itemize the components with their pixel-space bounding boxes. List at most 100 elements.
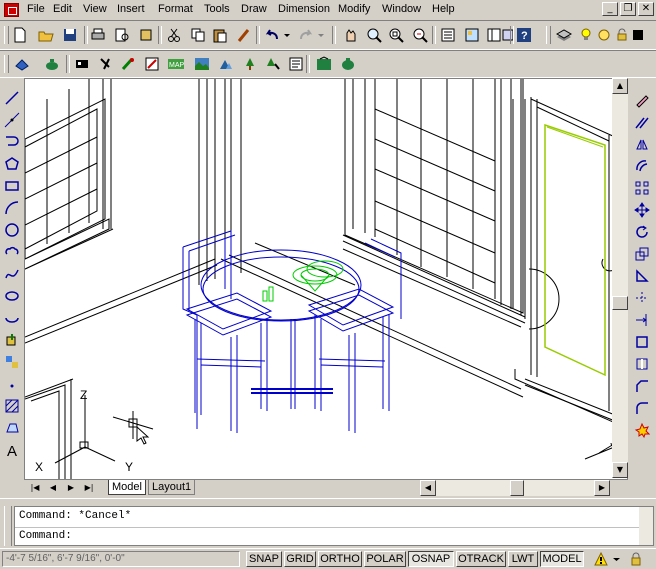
landscape-edit-icon[interactable]: [262, 54, 282, 74]
toolbar-lock-icon[interactable]: [628, 552, 644, 566]
materials-icon[interactable]: [118, 54, 138, 74]
copy-icon[interactable]: [188, 25, 208, 45]
open-icon[interactable]: [36, 25, 56, 45]
chamfer-icon[interactable]: [632, 376, 652, 396]
zoom-previous-icon[interactable]: [410, 25, 430, 45]
fog-icon[interactable]: [216, 54, 236, 74]
line-icon[interactable]: [2, 88, 22, 108]
close-button[interactable]: ✕: [638, 2, 654, 16]
rotate-icon[interactable]: [632, 222, 652, 242]
make-block-icon[interactable]: [2, 352, 22, 372]
menu-modify[interactable]: Modify: [338, 3, 370, 15]
mirror-icon[interactable]: [632, 134, 652, 154]
array-icon[interactable]: [632, 178, 652, 198]
menu-dimension[interactable]: Dimension: [278, 3, 330, 15]
hscroll-thumb[interactable]: [510, 480, 524, 496]
publish-icon[interactable]: [136, 25, 156, 45]
menu-format[interactable]: Format: [158, 3, 193, 15]
drawing-canvas[interactable]: Z Y X: [24, 78, 628, 480]
trim-icon[interactable]: [632, 288, 652, 308]
menu-tools[interactable]: Tools: [204, 3, 230, 15]
menu-edit[interactable]: Edit: [53, 3, 72, 15]
menu-draw[interactable]: Draw: [241, 3, 267, 15]
hide-icon[interactable]: [12, 54, 32, 74]
explode-icon[interactable]: [632, 420, 652, 440]
save-icon[interactable]: [60, 25, 80, 45]
multiline-text-icon[interactable]: A: [2, 440, 22, 460]
erase-icon[interactable]: [632, 90, 652, 110]
undo-dropdown-icon[interactable]: [282, 25, 292, 45]
next-tab-button[interactable]: ▶: [64, 481, 78, 495]
ellipse-icon[interactable]: [2, 286, 22, 306]
zoom-window-icon[interactable]: [386, 25, 406, 45]
redo-icon[interactable]: [296, 25, 316, 45]
tab-model[interactable]: Model: [108, 480, 146, 495]
layer-thaw-icon[interactable]: [594, 25, 614, 45]
horizontal-scrollbar[interactable]: ◀ ▶: [420, 480, 610, 496]
layer-on-bulb-icon[interactable]: [576, 25, 596, 45]
command-prompt[interactable]: Command:: [19, 530, 72, 544]
rectangle-icon[interactable]: [2, 176, 22, 196]
grid-toggle[interactable]: GRID: [284, 551, 316, 567]
status-menu-arrow-icon[interactable]: [612, 552, 622, 566]
vertical-scrollbar[interactable]: ▲ ▼: [612, 78, 628, 478]
break-icon[interactable]: [632, 354, 652, 374]
command-window-grip[interactable]: [4, 506, 12, 546]
command-window[interactable]: Command: *Cancel* Command:: [14, 506, 654, 546]
ortho-toggle[interactable]: ORTHO: [318, 551, 362, 567]
break-at-point-icon[interactable]: [632, 332, 652, 352]
landscape-new-icon[interactable]: [240, 54, 260, 74]
copy-object-icon[interactable]: [632, 112, 652, 132]
print-icon[interactable]: [88, 25, 108, 45]
menu-help[interactable]: Help: [432, 3, 455, 15]
command-scrollbar[interactable]: [639, 507, 653, 545]
design-center-icon[interactable]: [462, 25, 482, 45]
hatch-icon[interactable]: [2, 396, 22, 416]
scroll-right-button[interactable]: ▶: [594, 480, 610, 496]
new-icon[interactable]: [10, 25, 30, 45]
toolbar-grip[interactable]: [4, 26, 9, 44]
match-properties-icon[interactable]: [234, 25, 254, 45]
region-icon[interactable]: [2, 418, 22, 438]
polar-toggle[interactable]: POLAR: [364, 551, 406, 567]
extend-icon[interactable]: [632, 310, 652, 330]
autocad-app-icon[interactable]: [4, 3, 19, 17]
scroll-up-button[interactable]: ▲: [612, 78, 628, 94]
construction-line-icon[interactable]: [2, 110, 22, 130]
spline-icon[interactable]: [2, 264, 22, 284]
shade-teapot-icon[interactable]: [42, 54, 62, 74]
plot-preview-icon[interactable]: [112, 25, 132, 45]
last-tab-button[interactable]: ▶|: [82, 481, 96, 495]
circle-icon[interactable]: [2, 220, 22, 240]
menu-file[interactable]: File: [27, 3, 45, 15]
snap-toggle[interactable]: SNAP: [246, 551, 282, 567]
minimize-button[interactable]: _: [602, 2, 618, 16]
redo-dropdown-icon[interactable]: [316, 25, 326, 45]
first-tab-button[interactable]: |◀: [28, 481, 42, 495]
menu-view[interactable]: View: [83, 3, 107, 15]
layer-color-icon[interactable]: [628, 25, 648, 45]
zoom-realtime-icon[interactable]: [364, 25, 384, 45]
scroll-down-button[interactable]: ▼: [612, 462, 628, 478]
otrack-toggle[interactable]: OTRACK: [456, 551, 506, 567]
scale-icon[interactable]: [632, 244, 652, 264]
help-icon[interactable]: ?: [514, 25, 534, 45]
menu-window[interactable]: Window: [382, 3, 421, 15]
menu-insert[interactable]: Insert: [117, 3, 145, 15]
undo-icon[interactable]: [262, 25, 282, 45]
revision-cloud-icon[interactable]: [2, 242, 22, 262]
prev-tab-button[interactable]: ◀: [46, 481, 60, 495]
statistics-icon[interactable]: [338, 54, 358, 74]
properties-icon[interactable]: [438, 25, 458, 45]
lwt-toggle[interactable]: LWT: [508, 551, 538, 567]
scroll-left-button[interactable]: ◀: [420, 480, 436, 496]
arc-icon[interactable]: [2, 198, 22, 218]
offset-icon[interactable]: [632, 156, 652, 176]
coordinate-display[interactable]: -4'-7 5/16", 6'-7 9/16", 0'-0": [2, 551, 240, 567]
render-icon[interactable]: [314, 54, 334, 74]
layer-manager-icon[interactable]: [554, 25, 574, 45]
restore-button[interactable]: ❐: [620, 2, 636, 16]
communication-center-icon[interactable]: [594, 551, 608, 566]
paste-icon[interactable]: [210, 25, 230, 45]
landscape-library-icon[interactable]: [286, 54, 306, 74]
